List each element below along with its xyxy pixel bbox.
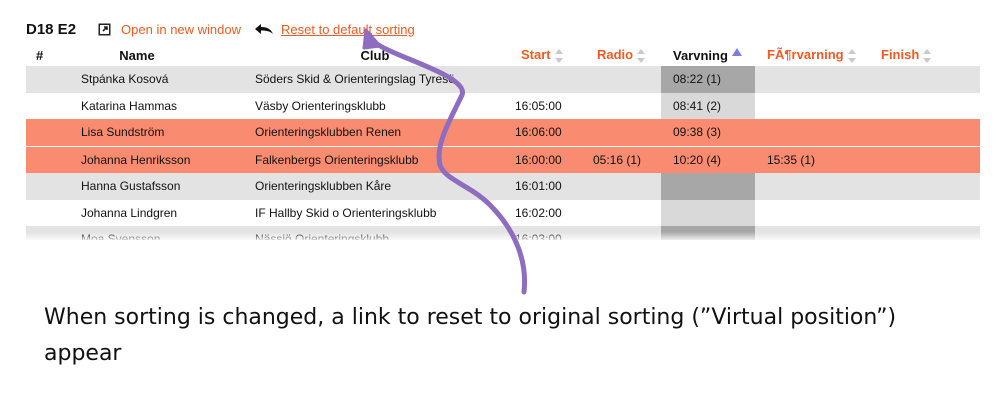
open-in-new-window-link[interactable]: Open in new window: [121, 22, 241, 37]
forvarning-header-label: FÃ¶rvarning: [767, 47, 844, 63]
column-header-varvning[interactable]: Varvning: [661, 44, 755, 66]
cell-finish: [867, 173, 980, 200]
cell-club: Väsby Orienteringsklubb: [255, 92, 515, 119]
column-header-club[interactable]: Club: [255, 44, 515, 66]
annotation-line-1: When sorting is changed, a link to reset…: [44, 305, 897, 330]
table-row[interactable]: Stpánka Kosová Söders Skid & Orienterings…: [26, 66, 980, 93]
cell-club: Söders Skid & Orienteringslag Tyresö: [255, 66, 515, 93]
cell-start: 16:01:00: [515, 173, 581, 200]
cell-varvning: [661, 173, 755, 200]
cell-start: 16:06:00: [515, 119, 581, 146]
sort-both-icon: [847, 48, 856, 63]
column-header-position: #: [26, 44, 81, 66]
cell-start: 16:00:00: [515, 145, 581, 173]
cell-finish: [867, 66, 980, 93]
cell-radio: [581, 119, 661, 146]
column-header-forvarning[interactable]: FÃ¶rvarning: [755, 44, 867, 66]
cell-varvning: 09:38 (3): [661, 119, 755, 146]
cell-position: [26, 145, 81, 173]
cell-forvarning: [755, 92, 867, 119]
sort-both-icon: [637, 48, 646, 63]
cell-forvarning: [755, 119, 867, 146]
column-header-name[interactable]: Name: [81, 44, 255, 66]
column-header-radio[interactable]: Radio: [581, 44, 661, 66]
cell-club: IF Hallby Skid o Orienteringsklubb: [255, 199, 515, 226]
cell-forvarning: 15:35 (1): [755, 145, 867, 173]
cell-name: Stpánka Kosová: [81, 66, 255, 93]
cell-varvning: 08:22 (1): [661, 66, 755, 93]
open-in-new-window-icon[interactable]: [98, 23, 111, 36]
cell-name: Lisa Sundström: [81, 119, 255, 146]
table-row[interactable]: Johanna Lindgren IF Hallby Skid o Oriente…: [26, 199, 980, 226]
name-header-label: Name: [119, 47, 155, 63]
start-header-label: Start: [521, 47, 551, 63]
cell-club: Orienteringsklubben Kåre: [255, 173, 515, 200]
reset-arrow-icon[interactable]: [253, 22, 275, 36]
cell-finish: [867, 199, 980, 226]
annotation-line-2: appear: [44, 341, 122, 366]
cell-varvning: 10:20 (4): [661, 145, 755, 173]
reset-sorting-link[interactable]: Reset to default sorting: [281, 22, 415, 37]
annotation-caption: When sorting is changed, a link to reset…: [44, 300, 994, 372]
sort-ascending-icon: [731, 48, 742, 57]
cell-position: [26, 66, 81, 93]
cell-club: Falkenbergs Orienteringsklubb: [255, 145, 515, 173]
cell-position: [26, 173, 81, 200]
cell-forvarning: [755, 199, 867, 226]
cell-finish: [867, 92, 980, 119]
class-header: D18 E2 Open in new window Reset to defau…: [26, 17, 415, 41]
cell-finish: [867, 119, 980, 146]
column-header-finish[interactable]: Finish: [867, 44, 980, 66]
cell-radio: [581, 173, 661, 200]
cell-finish: [867, 145, 980, 173]
cell-position: [26, 119, 81, 146]
cell-name: Katarina Hammas: [81, 92, 255, 119]
sort-both-icon: [554, 48, 563, 63]
cell-varvning: [661, 199, 755, 226]
cell-position: [26, 92, 81, 119]
table-row[interactable]: Katarina Hammas Väsby Orienteringsklubb 16…: [26, 92, 980, 119]
cell-radio: [581, 66, 661, 93]
finish-header-label: Finish: [881, 47, 920, 63]
club-header-label: Club: [360, 47, 390, 63]
cell-radio: [581, 199, 661, 226]
cell-start: [515, 66, 581, 93]
position-header-label: #: [36, 47, 44, 63]
table-scroll-fade: [26, 232, 980, 242]
cell-varvning: 08:41 (2): [661, 92, 755, 119]
cell-name: Johanna Lindgren: [81, 199, 255, 226]
cell-start: 16:05:00: [515, 92, 581, 119]
cell-name: Hanna Gustafsson: [81, 173, 255, 200]
cell-name: Johanna Henriksson: [81, 145, 255, 173]
table-row[interactable]: Hanna Gustafsson Orienteringsklubben Kåre…: [26, 173, 980, 200]
varvning-header-label: Varvning: [673, 47, 728, 63]
cell-club: Orienteringsklubben Renen: [255, 119, 515, 146]
cell-radio: 05:16 (1): [581, 145, 661, 173]
cell-forvarning: [755, 173, 867, 200]
cell-radio: [581, 92, 661, 119]
class-title: D18 E2: [26, 20, 77, 38]
table-header-row: # Name Club Start Radio Varvning FÃ¶rvar…: [26, 44, 980, 66]
cell-position: [26, 199, 81, 226]
results-table: # Name Club Start Radio Varvning FÃ¶rvar…: [26, 44, 980, 240]
cell-start: 16:02:00: [515, 199, 581, 226]
table-row[interactable]: Johanna Henriksson Falkenbergs Orienterin…: [26, 145, 980, 173]
radio-header-label: Radio: [597, 47, 634, 63]
table-row[interactable]: Lisa Sundström Orienteringsklubben Renen 1…: [26, 119, 980, 146]
cell-forvarning: [755, 66, 867, 93]
column-header-start[interactable]: Start: [515, 44, 581, 66]
sort-both-icon: [923, 48, 932, 63]
